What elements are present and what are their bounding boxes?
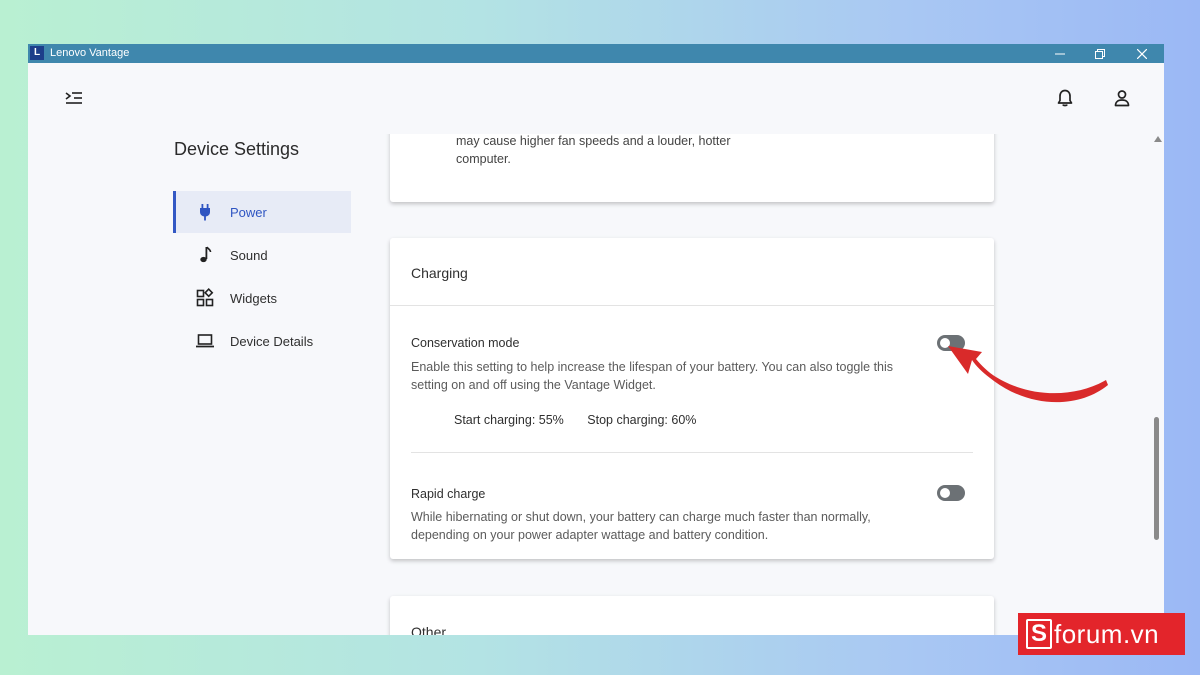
charging-header: Charging: [411, 265, 468, 281]
user-account-icon[interactable]: [1112, 88, 1132, 108]
performance-note: may cause higher fan speeds and a louder…: [456, 134, 731, 166]
rapid-charge-toggle[interactable]: [937, 485, 965, 501]
toggle-knob: [940, 488, 950, 498]
card-divider: [390, 305, 994, 306]
setting-divider: [411, 452, 973, 453]
conservation-mode-toggle[interactable]: [937, 335, 965, 351]
watermark-letter: S: [1026, 619, 1052, 649]
other-header: Other: [411, 624, 447, 635]
start-charging-value: Start charging: 55%: [454, 413, 564, 427]
rapid-charge-description: While hibernating or shut down, your bat…: [411, 510, 871, 542]
charging-card: Charging Conservation mode Enable this s…: [390, 238, 994, 559]
notification-bell-icon[interactable]: [1055, 88, 1075, 108]
close-icon: [1137, 48, 1147, 59]
window-title: Lenovo Vantage: [50, 47, 130, 59]
scrollbar-thumb[interactable]: [1154, 417, 1159, 540]
other-card: Other: [390, 596, 994, 635]
title-bar[interactable]: L Lenovo Vantage: [28, 44, 1164, 63]
settings-content[interactable]: may cause higher fan speeds and a louder…: [28, 134, 1164, 635]
app-window: L Lenovo Vantage Device Settings Power S…: [28, 44, 1164, 635]
performance-card: may cause higher fan speeds and a louder…: [390, 134, 994, 202]
menu-toggle-icon[interactable]: [65, 90, 83, 106]
rapid-charge-title: Rapid charge: [411, 487, 486, 501]
conservation-mode-title: Conservation mode: [411, 336, 520, 350]
app-logo: L: [30, 46, 44, 60]
watermark-text: forum.vn: [1054, 618, 1160, 649]
charge-thresholds: Start charging: 55% Stop charging: 60%: [454, 413, 716, 427]
watermark-logo: S forum.vn: [1018, 613, 1185, 655]
restore-icon: [1095, 48, 1105, 59]
toggle-knob: [940, 338, 950, 348]
minimize-button[interactable]: [1040, 44, 1080, 63]
close-button[interactable]: [1122, 44, 1162, 63]
scroll-up-arrow[interactable]: [1154, 136, 1162, 142]
conservation-mode-description: Enable this setting to help increase the…: [411, 360, 894, 392]
restore-button[interactable]: [1080, 44, 1120, 63]
stop-charging-value: Stop charging: 60%: [587, 413, 697, 427]
minimize-icon: [1055, 53, 1065, 54]
